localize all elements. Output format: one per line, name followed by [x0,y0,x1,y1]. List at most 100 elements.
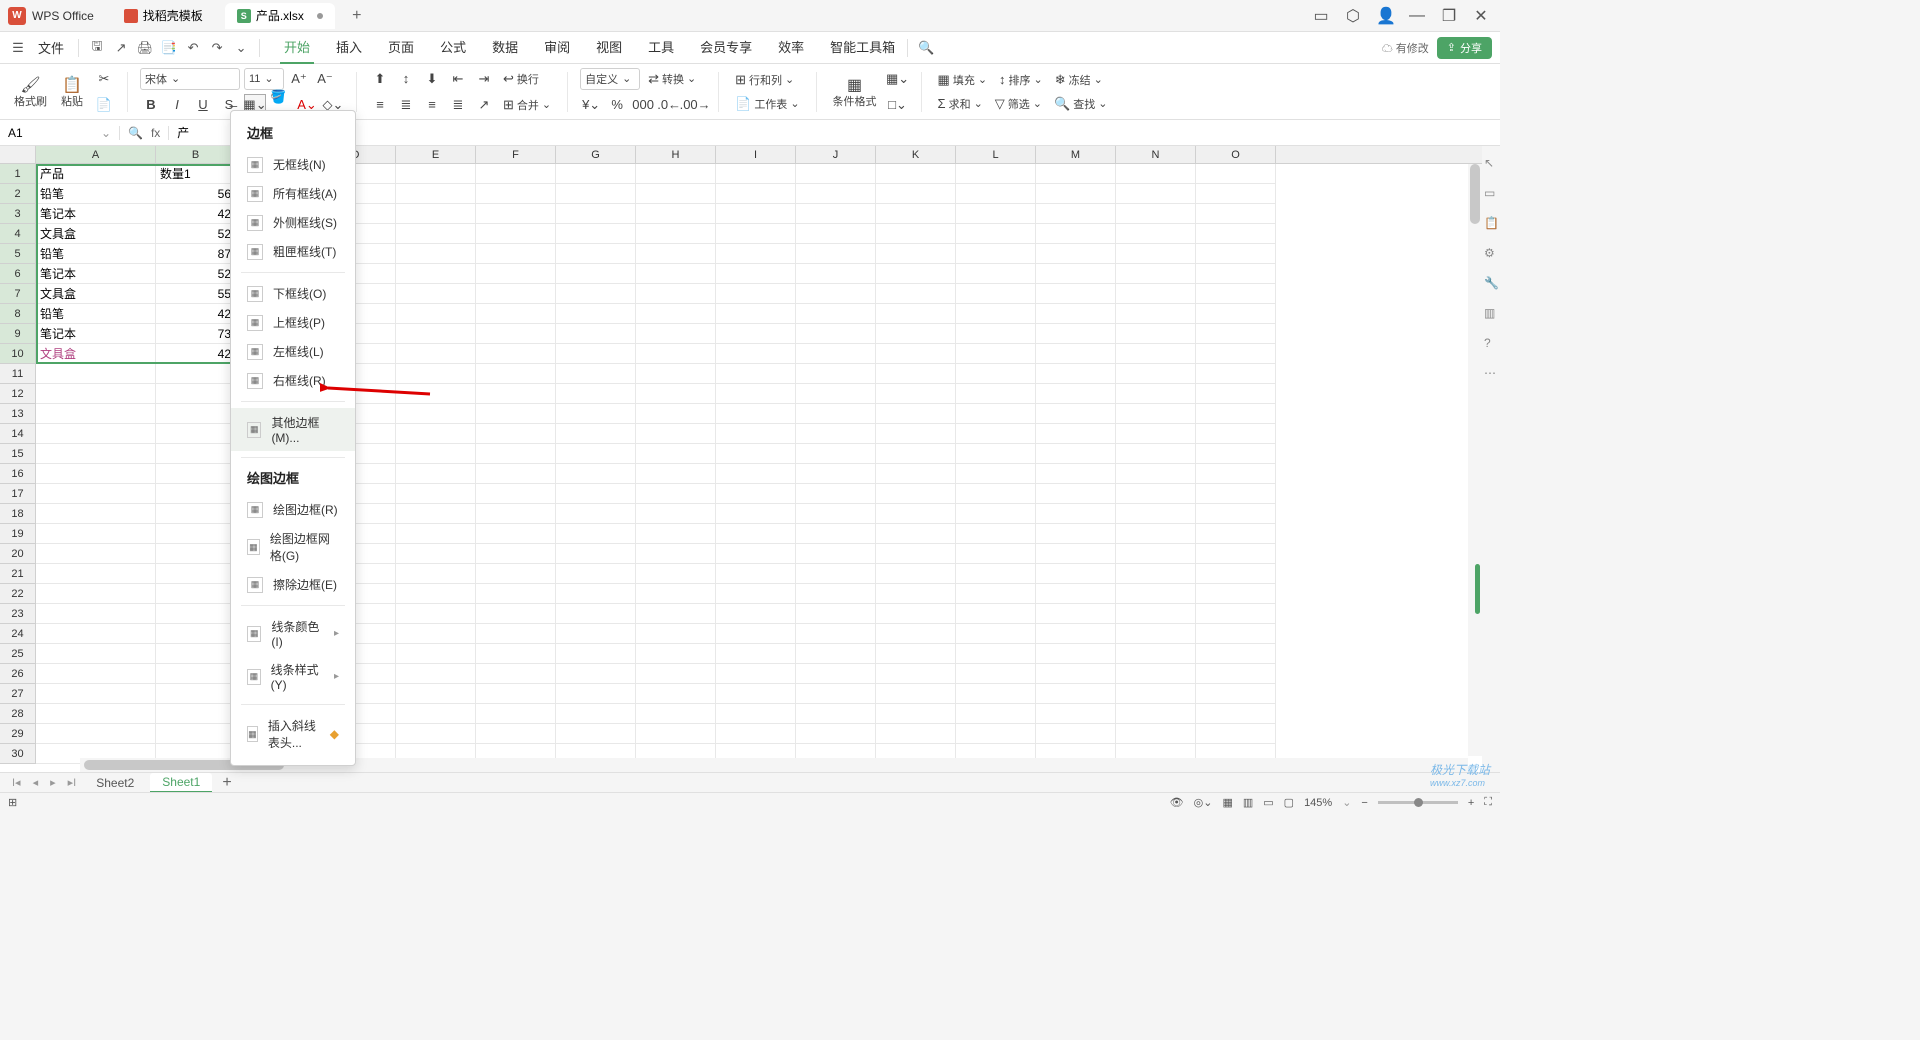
cell[interactable] [956,704,1036,724]
cell[interactable] [396,224,476,244]
cell[interactable] [796,304,876,324]
cell[interactable] [476,484,556,504]
cell[interactable] [796,464,876,484]
cell[interactable] [396,604,476,624]
cell[interactable] [796,524,876,544]
cell[interactable] [716,644,796,664]
cell[interactable] [716,184,796,204]
cell[interactable] [476,284,556,304]
cell[interactable]: 文具盒 [36,224,156,244]
cell[interactable] [876,644,956,664]
cell[interactable] [796,664,876,684]
zoom-in-button[interactable]: + [1468,797,1474,809]
cell[interactable] [1196,484,1276,504]
row-header-3[interactable]: 3 [0,204,35,224]
cell[interactable] [876,404,956,424]
cell[interactable] [1036,204,1116,224]
tab-smart-toolbox[interactable]: 智能工具箱 [826,31,899,64]
cell[interactable] [476,464,556,484]
cell[interactable] [716,344,796,364]
cell[interactable] [956,604,1036,624]
cell[interactable] [956,584,1036,604]
copy-icon[interactable]: 📄 [93,94,115,116]
reader-icon[interactable]: ▭ [1312,6,1330,26]
cell[interactable] [36,464,156,484]
cell[interactable] [156,384,236,404]
comma-icon[interactable]: 000 [632,94,654,116]
col-header-F[interactable]: F [476,146,556,163]
cell[interactable] [556,644,636,664]
decimal-inc-icon[interactable]: .00→ [684,94,706,116]
menu-item[interactable]: ▦下框线(O) [231,279,355,308]
cell[interactable] [956,524,1036,544]
cell[interactable] [636,624,716,644]
cell[interactable] [1196,384,1276,404]
cell[interactable] [796,684,876,704]
row-header-8[interactable]: 8 [0,304,35,324]
col-header-K[interactable]: K [876,146,956,163]
cell[interactable] [1196,324,1276,344]
modified-badge[interactable]: ☁ 有修改 [1382,40,1429,56]
cell[interactable] [636,424,716,444]
undo-icon[interactable]: ↶ [183,38,203,58]
cell[interactable] [876,564,956,584]
cell[interactable] [1036,624,1116,644]
cell[interactable]: 52 [156,264,236,284]
cell[interactable] [156,484,236,504]
row-header-14[interactable]: 14 [0,424,35,444]
cell[interactable] [1196,364,1276,384]
cell[interactable] [156,664,236,684]
cell[interactable] [876,224,956,244]
cell[interactable] [476,664,556,684]
cell[interactable] [36,484,156,504]
convert-button[interactable]: ⇄转换⌄ [644,69,700,89]
cell[interactable] [556,224,636,244]
cell[interactable]: 42 [156,204,236,224]
cell[interactable] [1116,664,1196,684]
cell[interactable] [1196,704,1276,724]
cell[interactable] [1036,544,1116,564]
row-header-20[interactable]: 20 [0,544,35,564]
cell[interactable] [156,644,236,664]
cell[interactable] [1116,264,1196,284]
cell[interactable] [1196,304,1276,324]
minimize-button[interactable]: — [1408,7,1426,25]
cell[interactable] [396,644,476,664]
decimal-dec-icon[interactable]: .0← [658,94,680,116]
cell[interactable] [956,624,1036,644]
cell[interactable]: 73 [156,324,236,344]
format-painter-button[interactable]: 🖌格式刷 [10,73,51,111]
cell[interactable] [716,204,796,224]
cell[interactable] [796,184,876,204]
cell[interactable] [556,364,636,384]
tab-tools[interactable]: 工具 [644,31,678,64]
cell[interactable] [1036,304,1116,324]
cell[interactable] [1116,704,1196,724]
cell[interactable] [1196,684,1276,704]
fullscreen-icon[interactable]: ⛶ [1484,796,1492,809]
cell[interactable] [476,244,556,264]
cell[interactable] [716,544,796,564]
cell[interactable] [1116,544,1196,564]
cell[interactable] [636,644,716,664]
cell[interactable] [396,364,476,384]
menu-item[interactable]: ▦所有框线(A) [231,179,355,208]
cell[interactable] [556,164,636,184]
cell[interactable] [1036,164,1116,184]
cell[interactable] [396,284,476,304]
cell[interactable] [1036,664,1116,684]
view-circle-icon[interactable]: ◎⌄ [1194,796,1213,809]
cell[interactable] [956,684,1036,704]
cell[interactable] [156,524,236,544]
cell[interactable] [1036,584,1116,604]
number-format-select[interactable]: 自定义⌄ [580,68,640,90]
menu-item[interactable]: ▦绘图边框(R) [231,495,355,524]
cell[interactable] [1116,684,1196,704]
cell[interactable] [876,504,956,524]
cell[interactable] [876,684,956,704]
cell[interactable]: 铅笔 [36,184,156,204]
cell[interactable] [1116,584,1196,604]
align-left-icon[interactable]: ≡ [369,94,391,116]
cell[interactable] [956,464,1036,484]
cell[interactable] [1196,404,1276,424]
